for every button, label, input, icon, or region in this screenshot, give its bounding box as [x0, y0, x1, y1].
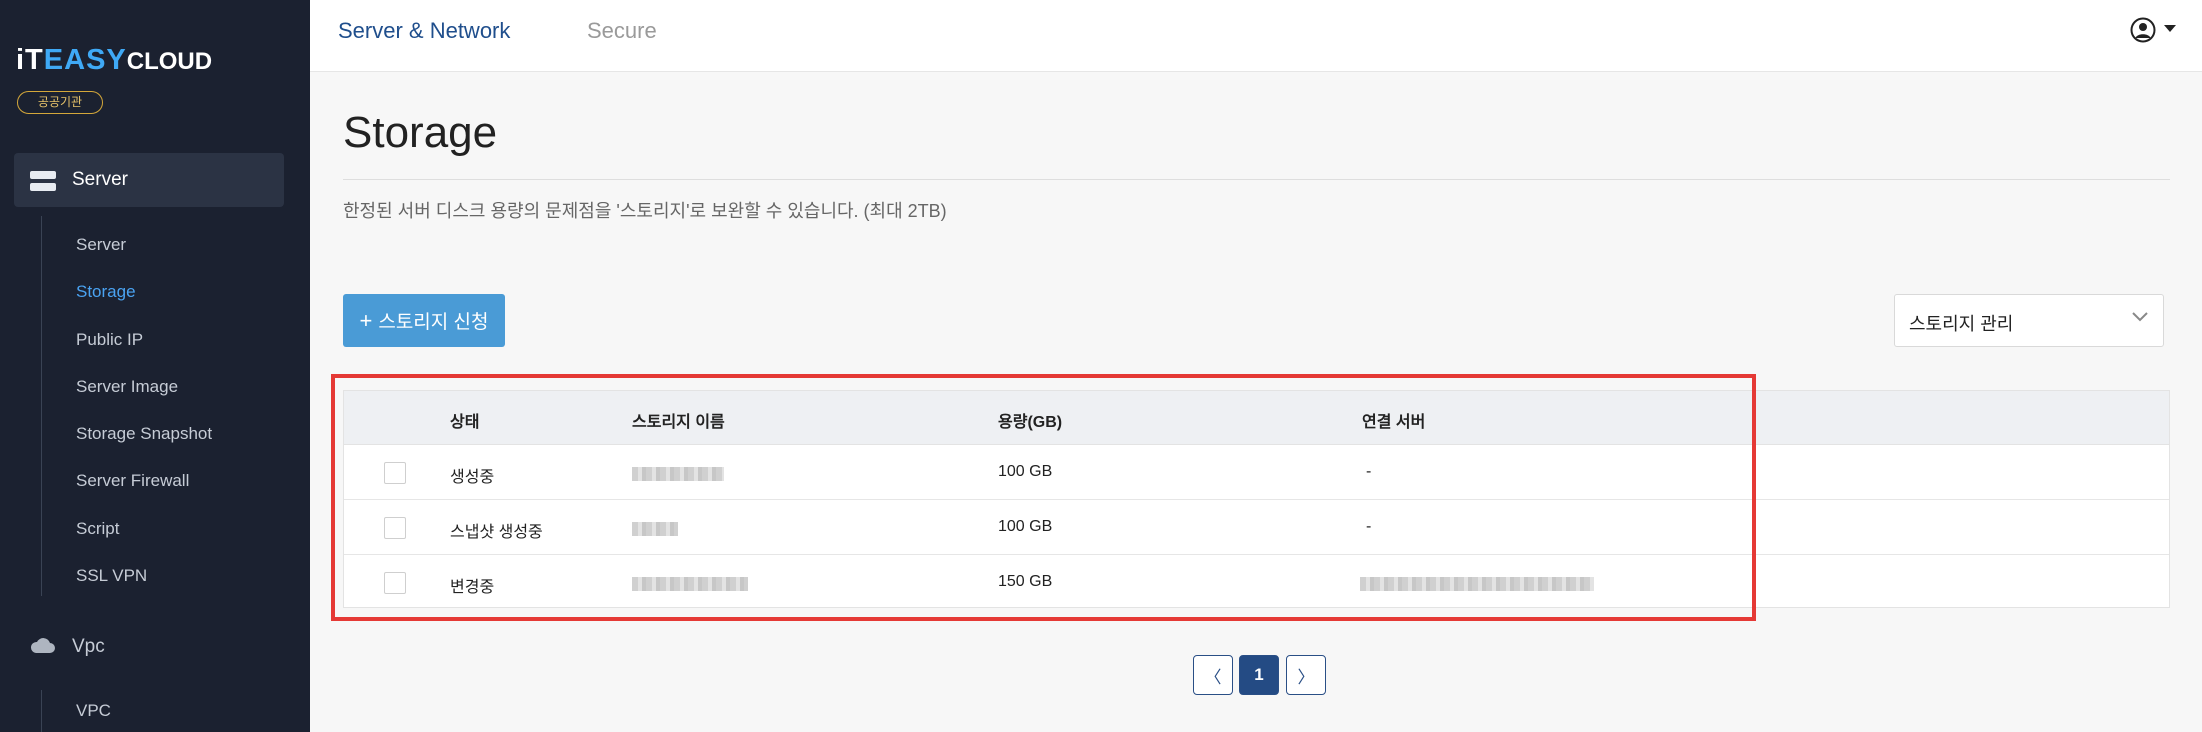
- sidebar-section-label: Server: [72, 169, 128, 190]
- sidebar-section-server[interactable]: Server: [14, 153, 284, 207]
- status-cell: 스냅샷 생성중: [450, 524, 543, 541]
- logo-mid: EASY: [43, 44, 127, 76]
- plus-icon: +: [359, 307, 373, 333]
- redacted-name: [632, 522, 678, 536]
- row-checkbox[interactable]: [384, 462, 406, 484]
- page-description: 한정된 서버 디스크 용량의 문제점을 '스토리지'로 보완할 수 있습니다. …: [343, 201, 947, 221]
- redacted-server: [1360, 577, 1594, 591]
- table-row[interactable]: 생성중 100 GB -: [344, 445, 2169, 500]
- table-row[interactable]: 변경중 150 GB: [344, 555, 2169, 610]
- select-value: 스토리지 관리: [1909, 314, 2014, 334]
- row-checkbox[interactable]: [384, 572, 406, 594]
- brand-logo[interactable]: iTEASYCLOUD: [16, 44, 212, 77]
- org-badge: 공공기관: [17, 91, 103, 114]
- page-1-button[interactable]: 1: [1239, 655, 1279, 695]
- sidebar: iTEASYCLOUD 공공기관 Server Server Storage P…: [0, 0, 310, 732]
- server-icon: [30, 171, 56, 191]
- capacity-cell: 100 GB: [998, 463, 1053, 480]
- column-header-status: 상태: [450, 414, 480, 431]
- capacity-cell: 150 GB: [998, 573, 1053, 590]
- redacted-name: [632, 577, 748, 591]
- sidebar-item-server-image[interactable]: Server Image: [76, 377, 178, 397]
- capacity-cell: 100 GB: [998, 518, 1053, 535]
- status-cell: 생성중: [450, 469, 495, 486]
- user-icon: [2130, 17, 2156, 43]
- sidebar-item-vpc[interactable]: VPC: [76, 701, 111, 721]
- sidebar-section-label: Vpc: [72, 636, 105, 657]
- server-cell: -: [1366, 518, 1372, 535]
- caret-down-icon: [2164, 25, 2176, 32]
- column-header-server: 연결 서버: [1362, 414, 1426, 431]
- apply-storage-button[interactable]: + 스토리지 신청: [343, 294, 505, 347]
- sidebar-item-script[interactable]: Script: [76, 519, 119, 539]
- apply-storage-label: 스토리지 신청: [378, 312, 489, 333]
- chevron-down-icon: [2132, 312, 2148, 322]
- submenu-rail: [41, 690, 42, 732]
- column-header-capacity: 용량(GB): [998, 414, 1063, 431]
- tab-server-network[interactable]: Server & Network: [338, 18, 510, 44]
- sidebar-item-server-firewall[interactable]: Server Firewall: [76, 471, 189, 491]
- sidebar-item-ssl-vpn[interactable]: SSL VPN: [76, 566, 147, 586]
- sidebar-item-storage[interactable]: Storage: [76, 282, 136, 302]
- page-title: Storage: [343, 108, 498, 157]
- storage-table: 상태 스토리지 이름 용량(GB) 연결 서버 생성중 100 GB - 스냅샷…: [343, 390, 2170, 608]
- table-header: 상태 스토리지 이름 용량(GB) 연결 서버: [344, 391, 2169, 445]
- sidebar-item-storage-snapshot[interactable]: Storage Snapshot: [76, 424, 212, 444]
- storage-manage-select[interactable]: 스토리지 관리: [1894, 294, 2164, 347]
- column-header-name: 스토리지 이름: [632, 414, 725, 431]
- row-checkbox[interactable]: [384, 517, 406, 539]
- divider: [343, 179, 2170, 180]
- tab-secure[interactable]: Secure: [587, 18, 657, 44]
- top-nav: Server & Network Secure: [310, 0, 2202, 72]
- cloud-icon: [30, 638, 55, 653]
- redacted-name: [632, 467, 724, 481]
- status-cell: 변경중: [450, 579, 495, 596]
- next-page-button[interactable]: 〉: [1286, 655, 1326, 695]
- logo-suffix: CLOUD: [126, 48, 213, 75]
- sidebar-item-public-ip[interactable]: Public IP: [76, 330, 143, 350]
- prev-page-button[interactable]: 〈: [1193, 655, 1233, 695]
- logo-prefix: iT: [16, 44, 44, 76]
- sidebar-item-server[interactable]: Server: [76, 235, 126, 255]
- submenu-rail: [41, 216, 42, 596]
- table-row[interactable]: 스냅샷 생성중 100 GB -: [344, 500, 2169, 555]
- server-cell: -: [1366, 463, 1372, 480]
- user-menu[interactable]: [2130, 17, 2180, 47]
